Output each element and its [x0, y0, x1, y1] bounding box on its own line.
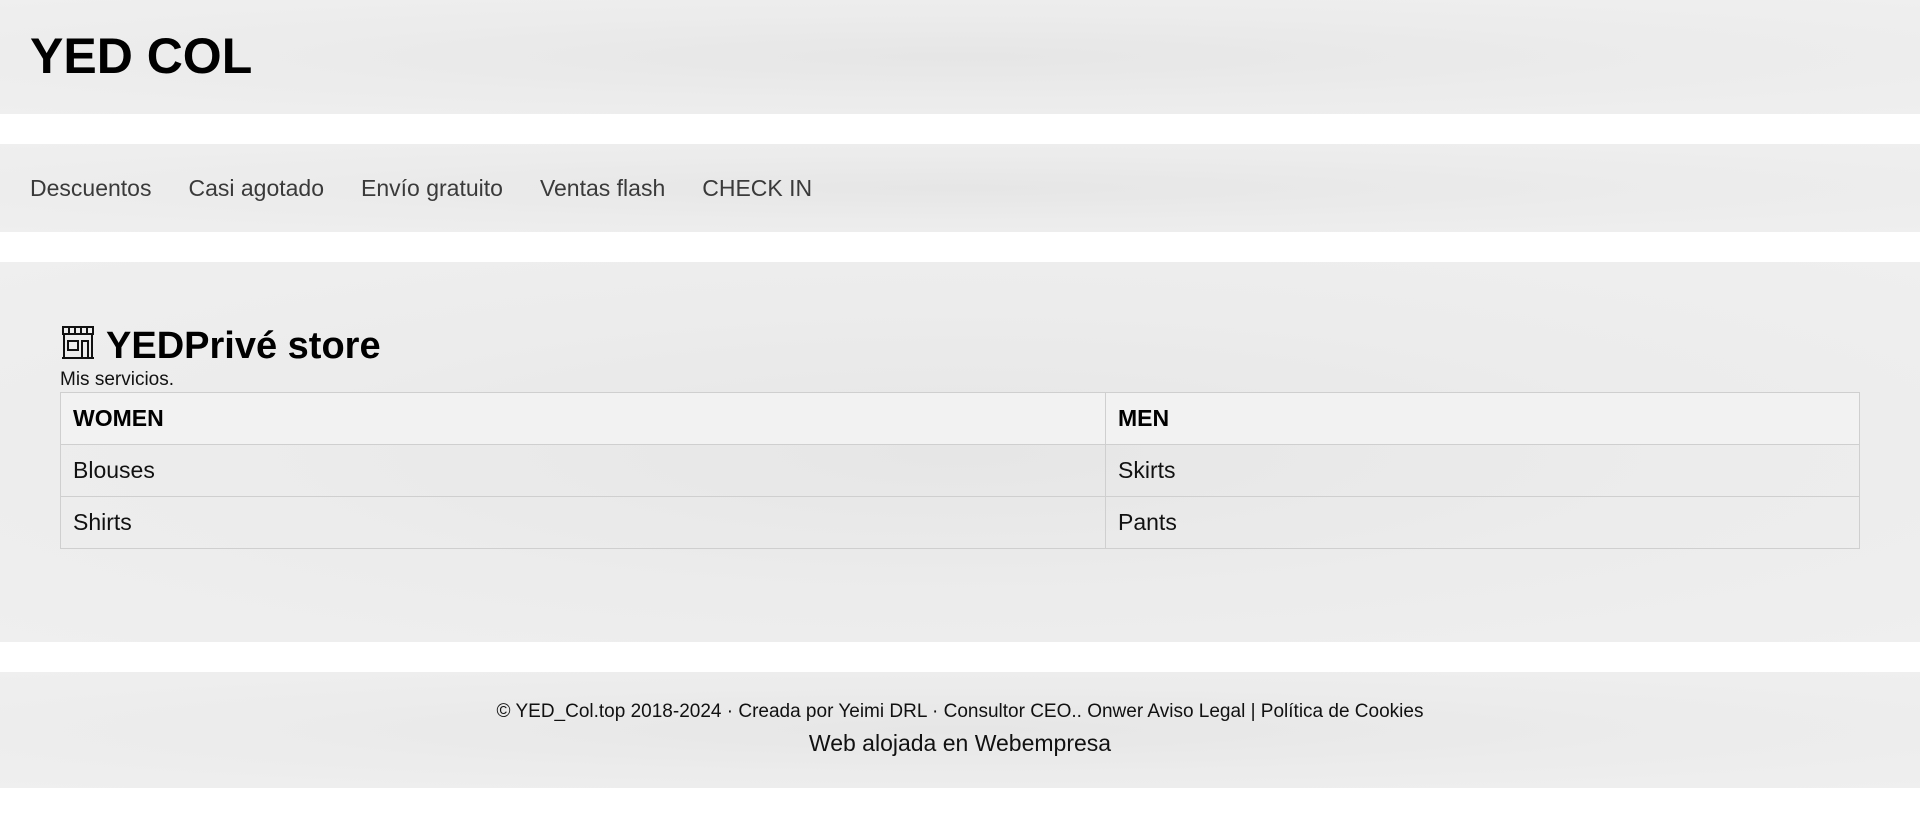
- footer-cookies-link[interactable]: Política de Cookies: [1261, 701, 1424, 722]
- site-footer: © YED_Col.top 2018-2024 · Creada por Yei…: [0, 672, 1920, 788]
- footer-webempresa-link[interactable]: Webempresa: [975, 730, 1111, 756]
- site-title[interactable]: YED COL: [30, 28, 252, 84]
- main-content: YEDPrivé store Mis servicios. WOMEN MEN …: [0, 262, 1920, 642]
- table-header-men: MEN: [1105, 392, 1860, 445]
- main-nav: Descuentos Casi agotado Envío gratuito V…: [0, 144, 1920, 232]
- store-heading-text: YEDPrivé store: [106, 325, 381, 367]
- nav-item-ventas-flash[interactable]: Ventas flash: [540, 174, 665, 202]
- footer-legal-link[interactable]: Aviso Legal: [1147, 701, 1245, 722]
- nav-item-envio-gratuito[interactable]: Envío gratuito: [361, 174, 503, 202]
- site-header: YED COL: [0, 0, 1920, 114]
- footer-author-link[interactable]: Yeimi DRL: [838, 701, 926, 722]
- table-row: Blouses Skirts: [60, 444, 1860, 497]
- footer-copyright: © YED_Col.top 2018-2024 · Creada por: [496, 701, 839, 722]
- footer-separator: ·: [926, 701, 944, 722]
- store-icon: [60, 325, 96, 361]
- table-cell: Shirts: [60, 496, 1106, 549]
- services-table: WOMEN MEN Blouses Skirts Shirts Pants: [60, 392, 1860, 549]
- footer-credits: © YED_Col.top 2018-2024 · Creada por Yei…: [0, 700, 1920, 724]
- nav-item-check-in[interactable]: CHECK IN: [702, 174, 812, 202]
- store-subtitle: Mis servicios.: [60, 369, 175, 390]
- footer-separator: |: [1245, 701, 1261, 722]
- footer-hosted-prefix: Web alojada en: [808, 730, 975, 756]
- table-cell: Skirts: [1105, 444, 1860, 497]
- nav-item-casi-agotado[interactable]: Casi agotado: [188, 174, 324, 202]
- table-cell: Pants: [1105, 496, 1860, 549]
- table-cell: Blouses: [60, 444, 1106, 497]
- table-header-row: WOMEN MEN: [60, 392, 1860, 445]
- table-header-women: WOMEN: [60, 392, 1106, 445]
- footer-ceo-link[interactable]: Consultor CEO.. Onwer: [944, 701, 1144, 722]
- table-row: Shirts Pants: [60, 496, 1860, 549]
- store-heading: YEDPrivé store: [60, 324, 381, 368]
- nav-item-descuentos[interactable]: Descuentos: [30, 174, 151, 202]
- footer-hosting: Web alojada en Webempresa: [0, 728, 1920, 758]
